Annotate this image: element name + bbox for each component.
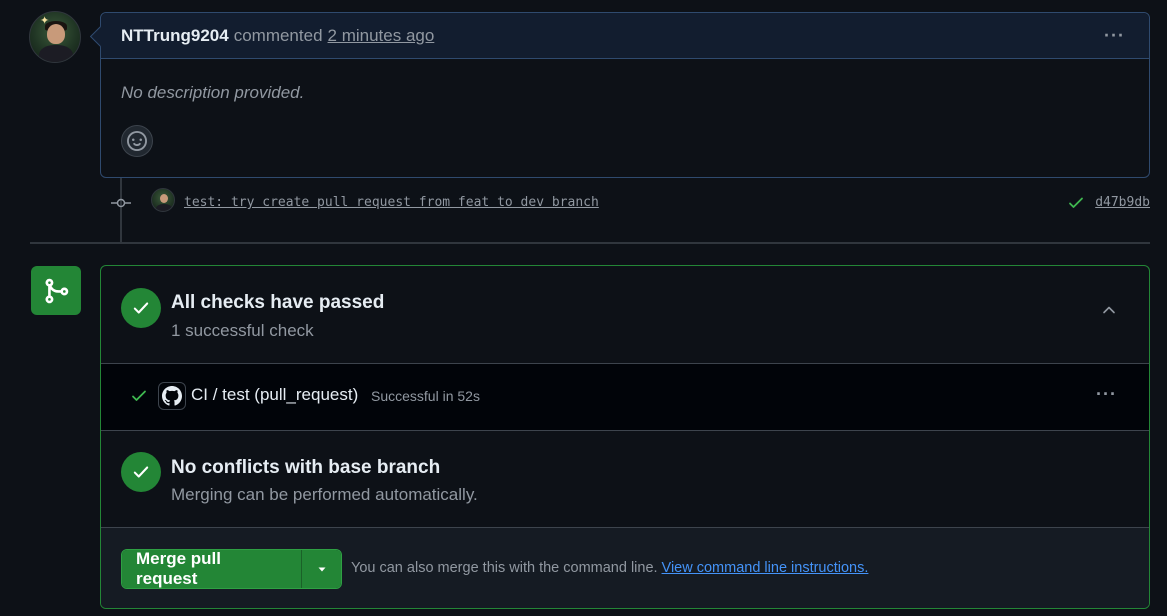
merge-button-group: Merge pull request [121,549,342,589]
author-avatar[interactable]: ✦ [29,11,81,63]
comment-verb: commented [233,25,323,45]
avatar-body [156,204,172,211]
comment-timestamp[interactable]: 2 minutes ago [328,26,435,46]
comment-options-icon[interactable]: ··· [1104,25,1125,46]
avatar-face [47,24,65,44]
check-run-name[interactable]: CI / test (pull_request) [191,385,358,405]
conflicts-title: No conflicts with base branch [171,457,441,478]
chevron-up-icon[interactable] [1101,302,1117,323]
comment-card: NTTrung9204 commented 2 minutes ago ··· … [100,12,1150,178]
merge-hint: You can also merge this with the command… [351,560,868,576]
commit-node-icon [111,195,131,211]
command-line-instructions-link[interactable]: View command line instructions. [662,560,869,576]
avatar-face [160,194,168,203]
triangle-down-icon [318,567,325,572]
conflicts-status: No conflicts with base branch Merging ca… [101,431,1149,528]
merge-pull-request-button[interactable]: Merge pull request [122,550,302,588]
github-icon [158,382,186,410]
check-run-row[interactable]: CI / test (pull_request) Successful in 5… [101,364,1149,431]
comment-author[interactable]: NTTrung9204 [121,26,229,46]
comment-header: NTTrung9204 commented 2 minutes ago ··· [101,13,1149,59]
check-options-icon[interactable]: ··· [1096,384,1117,405]
checks-summary: All checks have passed 1 successful chec… [101,266,1149,364]
commit-message-link[interactable]: test: try create pull request from feat … [184,195,599,210]
conflicts-success-icon [121,452,161,492]
conflicts-subtitle: Merging can be performed automatically. [171,485,478,504]
comment-body: No description provided. [121,83,305,102]
avatar-body [39,45,73,62]
merge-actions: Merge pull request You can also merge th… [101,528,1149,608]
merge-hint-text: You can also merge this with the command… [351,560,658,576]
git-merge-icon [31,266,81,315]
checks-subtitle: 1 successful check [171,321,314,340]
merge-box: All checks have passed 1 successful chec… [100,265,1150,609]
smiley-icon [127,131,147,151]
checks-success-icon [121,288,161,328]
merge-options-dropdown[interactable] [302,550,341,588]
commit-sha-link[interactable]: d47b9db [1095,195,1150,210]
commit-author-avatar[interactable] [151,188,175,212]
add-reaction-button[interactable] [121,125,153,157]
check-run-status: Successful in 52s [371,388,480,404]
check-icon[interactable] [1068,195,1084,216]
checks-title: All checks have passed [171,292,385,313]
check-icon [131,388,147,409]
timeline-divider [30,242,1150,244]
